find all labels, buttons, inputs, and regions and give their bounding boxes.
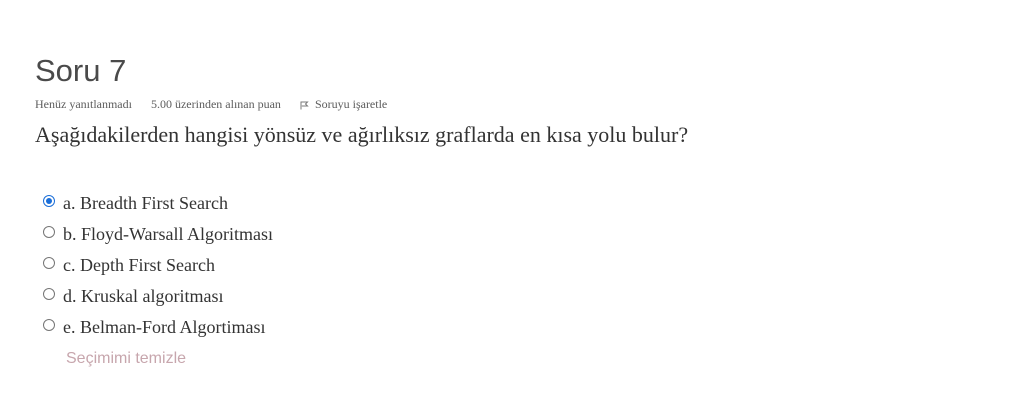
answer-option-d[interactable]: d. Kruskal algoritması: [43, 281, 273, 312]
answer-label-d: d. Kruskal algoritması: [63, 286, 224, 306]
answer-radio-c[interactable]: [43, 256, 55, 269]
clear-choice-link[interactable]: Seçimimi temizle: [66, 350, 186, 368]
answer-radio-b[interactable]: [43, 225, 55, 238]
answer-radio-e[interactable]: [43, 318, 55, 331]
question-state: Henüz yanıtlanmadı: [35, 97, 132, 111]
answer-label-b: b. Floyd-Warsall Algoritması: [63, 224, 274, 244]
answer-option-c[interactable]: c. Depth First Search: [43, 250, 273, 281]
answer-label-a: a. Breadth First Search: [63, 193, 228, 213]
question-text: Aşağıdakilerden hangisi yönsüz ve ağırlı…: [35, 122, 689, 147]
answer-label-c: c. Depth First Search: [63, 255, 215, 275]
flag-question-label: Soruyu işaretle: [314, 97, 388, 111]
question-grade: 5.00 üzerinden alınan puan: [150, 97, 281, 111]
question-title: Soru 7: [35, 53, 127, 88]
answer-radio-a[interactable]: [43, 194, 55, 207]
flag-question-link[interactable]: Soruyu işaretle: [300, 97, 387, 112]
answer-option-e[interactable]: e. Belman-Ford Algortiması: [43, 312, 273, 343]
answer-option-a[interactable]: a. Breadth First Search: [43, 188, 273, 219]
answer-list: a. Breadth First Search b. Floyd-Warsall…: [43, 188, 273, 343]
answer-radio-d[interactable]: [43, 287, 55, 300]
question-info: Henüz yanıtlanmadı 5.00 üzerinden alınan…: [35, 97, 387, 112]
answer-option-b[interactable]: b. Floyd-Warsall Algoritması: [43, 219, 273, 250]
answer-label-e: e. Belman-Ford Algortiması: [63, 317, 266, 337]
flag-icon: [300, 101, 309, 109]
